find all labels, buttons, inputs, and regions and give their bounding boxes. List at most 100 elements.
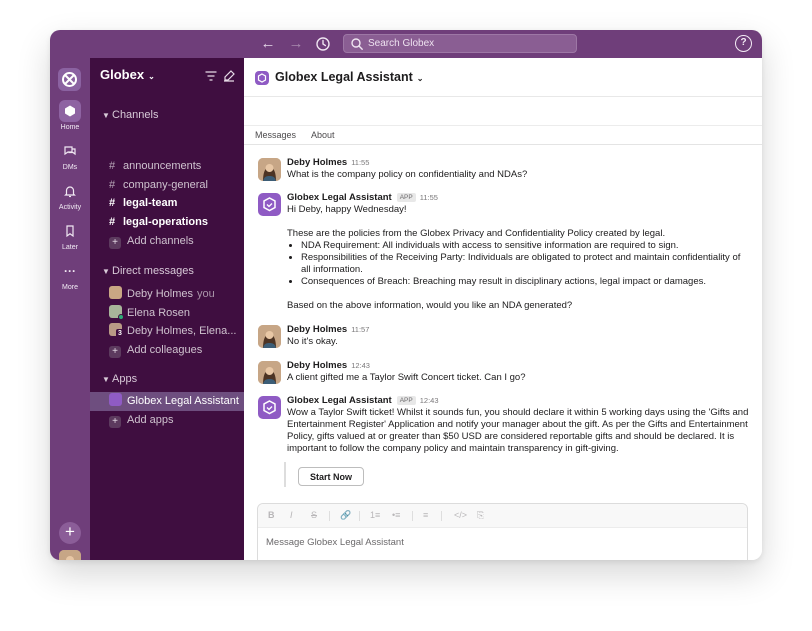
hash-icon: #	[109, 179, 116, 191]
new-message-button[interactable]: +	[59, 522, 81, 544]
rail-dms-label: DMs	[62, 164, 78, 171]
app-badge: APP	[396, 193, 416, 202]
message-text: Wow a Taylor Swift ticket! Whilst it sou…	[287, 407, 749, 454]
caret-down-icon: ▼	[102, 267, 110, 276]
channel-title[interactable]: Globex Legal Assistant ⌄	[275, 70, 423, 84]
strikethrough-icon[interactable]: S	[311, 510, 317, 520]
message-composer: B I S 🔗 1≡ •≡ ≡ </> ⎘ + Aa ☺ @	[257, 503, 748, 560]
policy-list: NDA Requirement: All individuals with ac…	[287, 240, 750, 288]
sidebar-dm-group[interactable]: 3 Deby Holmes, Elena...	[90, 322, 244, 341]
rail-activity-label: Activity	[58, 204, 82, 211]
italic-icon[interactable]: I	[290, 510, 293, 520]
code-icon[interactable]: </>	[454, 510, 467, 520]
compose-icon[interactable]	[224, 70, 235, 82]
caret-down-icon: ▼	[102, 375, 110, 384]
caret-down-icon: ▼	[102, 111, 110, 120]
workspace-rail: Home DMs Activity Later ··· More +	[50, 58, 90, 560]
bookmark-icon	[59, 220, 81, 242]
hash-icon: #	[109, 160, 116, 172]
sidebar-dm-deby-holmes[interactable]: Deby Holmes you	[90, 285, 244, 304]
presence-indicator	[118, 314, 124, 320]
code-block-icon[interactable]: ⎘	[477, 510, 484, 521]
rail-later[interactable]: Later	[50, 220, 90, 251]
add-channels-button[interactable]: + Add channels	[90, 232, 244, 251]
app-shield-icon	[255, 71, 269, 85]
bold-icon[interactable]: B	[268, 510, 275, 520]
rail-activity[interactable]: Activity	[50, 180, 90, 211]
dms-icon	[59, 140, 81, 162]
message-input[interactable]	[266, 537, 736, 553]
add-apps-button[interactable]: + Add apps	[90, 411, 244, 430]
message-timestamp[interactable]: 12:43	[351, 361, 370, 370]
message-greeting: Hi Deby, happy Wednesday!	[287, 204, 407, 215]
start-now-button[interactable]: Start Now	[298, 467, 364, 486]
avatar	[109, 286, 122, 299]
message-author[interactable]: Deby Holmes	[287, 360, 347, 371]
dms-section-header[interactable]: ▼ Direct messages	[102, 265, 194, 277]
workspace-name-button[interactable]: Globex ⌄	[100, 67, 155, 82]
channel-tabs: Messages About	[244, 125, 762, 145]
message-intro: These are the policies from the Globex P…	[287, 228, 666, 239]
channel-sidebar: Globex ⌄ ▼ Channels # announcements # compan…	[90, 58, 244, 560]
ordered-list-icon[interactable]: 1≡	[370, 510, 380, 520]
add-colleagues-button[interactable]: + Add colleagues	[90, 341, 244, 360]
message-author[interactable]: Globex Legal Assistant	[287, 192, 392, 203]
hash-icon: #	[109, 216, 116, 228]
message-closing: Based on the above information, would yo…	[287, 300, 573, 311]
history-clock-icon[interactable]	[314, 35, 332, 53]
app-shield-icon	[109, 393, 122, 406]
message-timestamp[interactable]: 11:55	[420, 193, 438, 202]
back-arrow-icon[interactable]: ←	[259, 35, 277, 53]
avatar[interactable]	[258, 325, 281, 348]
sidebar-channel-legal-operations[interactable]: # legal-operations	[90, 213, 244, 232]
message-timestamp[interactable]: 11:57	[351, 325, 369, 334]
help-icon[interactable]: ?	[735, 35, 752, 52]
sidebar-dm-elena-rosen[interactable]: Elena Rosen	[90, 304, 244, 323]
sidebar-header-icons	[205, 70, 235, 82]
avatar[interactable]	[258, 158, 281, 181]
plus-icon: +	[109, 237, 121, 249]
message-timestamp[interactable]: 12:43	[420, 396, 439, 405]
toolbar-divider	[441, 511, 442, 521]
tab-about[interactable]: About	[311, 130, 335, 140]
tab-messages[interactable]: Messages	[255, 130, 296, 140]
app-avatar[interactable]	[258, 396, 281, 419]
forward-arrow-icon[interactable]: →	[287, 35, 305, 53]
toolbar-divider	[359, 511, 360, 521]
bullet-list-icon[interactable]: •≡	[392, 510, 400, 520]
toolbar-divider	[412, 511, 413, 521]
formatting-toolbar: B I S 🔗 1≡ •≡ ≡ </> ⎘	[258, 504, 747, 528]
rail-home[interactable]: Home	[50, 100, 90, 131]
message-author[interactable]: Deby Holmes	[287, 324, 347, 335]
rail-later-label: Later	[62, 244, 78, 251]
message-author[interactable]: Globex Legal Assistant	[287, 395, 392, 406]
app-avatar[interactable]	[258, 193, 281, 216]
attachment-bar	[284, 462, 286, 487]
apps-section-header[interactable]: ▼ Apps	[102, 373, 137, 385]
channels-section-header[interactable]: ▼ Channels	[102, 109, 158, 121]
avatar[interactable]	[258, 361, 281, 384]
message-author[interactable]: Deby Holmes	[287, 157, 347, 168]
user-avatar[interactable]	[59, 550, 81, 560]
rail-more[interactable]: ··· More	[50, 260, 90, 291]
filter-icon[interactable]	[205, 71, 217, 81]
sidebar-channel-announcements[interactable]: # announcements	[90, 157, 244, 176]
sidebar-channel-legal-team[interactable]: # legal-team	[90, 194, 244, 213]
rail-dms[interactable]: DMs	[50, 140, 90, 171]
workspace-logo-icon[interactable]	[58, 68, 81, 91]
group-avatar: 3	[109, 323, 124, 338]
blockquote-icon[interactable]: ≡	[423, 510, 428, 520]
sidebar-channel-company-general[interactable]: # company-general	[90, 176, 244, 195]
link-icon[interactable]: 🔗	[340, 510, 351, 521]
message-timestamp[interactable]: 11:55	[351, 158, 369, 167]
plus-icon: +	[109, 346, 121, 358]
sidebar-app-globex-legal-assistant[interactable]: Globex Legal Assistant	[90, 392, 244, 411]
bell-icon	[59, 180, 81, 202]
message-body: Hi Deby, happy Wednesday! These are the …	[287, 204, 750, 312]
message-text: What is the company policy on confidenti…	[287, 169, 528, 180]
member-count-badge: 3	[116, 329, 124, 338]
search-bar[interactable]	[343, 34, 577, 53]
policy-list-item: Responsibilities of the Receiving Party:…	[301, 252, 750, 276]
channel-header: Globex Legal Assistant ⌄	[244, 58, 762, 98]
search-input[interactable]	[368, 36, 568, 51]
